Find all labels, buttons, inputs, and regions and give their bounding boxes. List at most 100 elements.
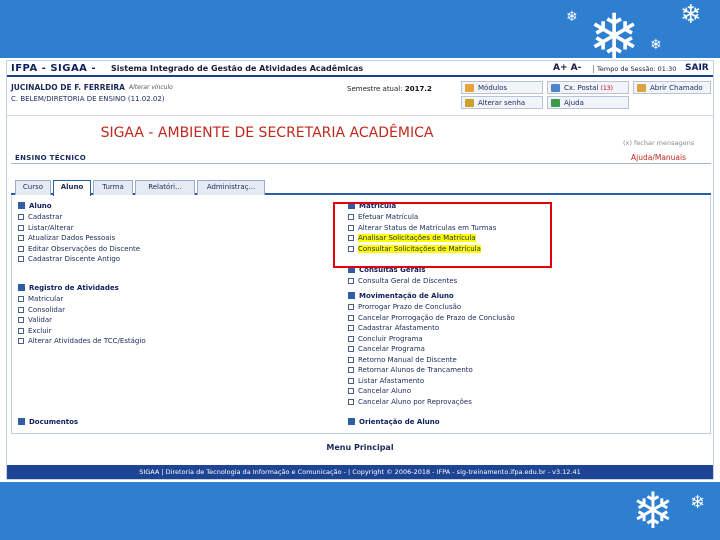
folder-icon	[18, 284, 25, 291]
doc-icon	[18, 317, 24, 323]
mailbox-button[interactable]: Cx. Postal (13)	[547, 81, 629, 94]
menu-item-cancelar-reprovacoes[interactable]: Cancelar Aluno por Reprovações	[348, 398, 515, 409]
user-info-bar: JUCINALDO DE F. FERREIRA Alterar vínculo…	[7, 79, 713, 115]
menu-item-atualizar-dados[interactable]: Atualizar Dados Pessoais	[18, 234, 140, 245]
group-consultas-gerais: Consultas Gerais Consulta Geral de Disce…	[348, 266, 457, 288]
menu-item-label: Cadastrar	[28, 213, 63, 221]
menu-item-cancelar-programa[interactable]: Cancelar Programa	[348, 345, 515, 356]
help-icon	[551, 99, 560, 107]
folder-icon	[348, 418, 355, 425]
system-name: Sistema Integrado de Gestão de Atividade…	[111, 64, 364, 73]
change-link-link[interactable]: Alterar vínculo	[129, 84, 173, 91]
menu-item-cadastrar-afastamento[interactable]: Cadastrar Afastamento	[348, 324, 515, 335]
divider	[7, 115, 713, 116]
doc-icon	[18, 214, 24, 220]
group-title: Registro de Atividades	[18, 284, 146, 295]
group-movimentacao: Movimentação de Aluno Prorrogar Prazo de…	[348, 292, 515, 408]
ticket-icon	[637, 84, 646, 92]
menu-item-retornar-trancamento[interactable]: Retornar Alunos de Trancamento	[348, 366, 515, 377]
change-password-button[interactable]: Alterar senha	[461, 96, 543, 109]
menu-item-validar[interactable]: Validar	[18, 316, 146, 327]
tab-relatorios[interactable]: Relatóri...	[135, 180, 195, 195]
hide-messages-link[interactable]: (x) fechar mensagens	[623, 139, 694, 147]
snowflake-icon: ❄	[632, 482, 674, 540]
menu-item-label: Atualizar Dados Pessoais	[28, 234, 116, 242]
level-bar: ENSINO TÉCNICO Ajuda/Manuais	[11, 152, 711, 164]
menu-item-matricular[interactable]: Matricular	[18, 295, 146, 306]
group-title-text: Registro de Atividades	[29, 284, 119, 292]
semester-label: Semestre atual:	[347, 85, 403, 93]
menu-item-label: Concluir Programa	[358, 334, 423, 343]
doc-icon	[18, 296, 24, 302]
menu-item-label: Retornar Alunos de Trancamento	[358, 366, 473, 374]
tab-turma[interactable]: Turma	[93, 180, 133, 195]
doc-icon	[18, 235, 24, 241]
doc-icon	[348, 388, 354, 394]
menu-item-cancelar-aluno[interactable]: Cancelar Aluno	[348, 387, 515, 398]
menu-item-label: Cadastrar Afastamento	[358, 324, 440, 332]
menu-item-listar-alterar[interactable]: Listar/Alterar	[18, 224, 140, 235]
doc-icon	[348, 314, 354, 321]
modules-label: Módulos	[478, 84, 508, 92]
menu-item-label: Cancelar Prorrogação de Prazo de Conclus…	[358, 313, 515, 322]
mailbox-icon	[551, 84, 560, 92]
menu-item-consulta-geral[interactable]: Consulta Geral de Discentes	[348, 277, 457, 288]
open-ticket-button[interactable]: Abrir Chamado	[633, 81, 711, 94]
menu-item-label: Prorrogar Prazo de Conclusão	[358, 303, 462, 311]
snowflake-icon: ❄	[650, 37, 662, 53]
doc-icon	[18, 306, 24, 313]
group-title-text: Orientação de Aluno	[359, 418, 440, 426]
menu-item-prorrogar-prazo[interactable]: Prorrogar Prazo de Conclusão	[348, 303, 515, 314]
doc-icon	[348, 398, 354, 405]
logout-link[interactable]: SAIR	[685, 63, 709, 73]
menu-item-label: Listar Afastamento	[358, 376, 425, 385]
menu-item-excluir[interactable]: Excluir	[18, 327, 146, 338]
menu-item-listar-afastamento[interactable]: Listar Afastamento	[348, 377, 515, 388]
doc-icon	[348, 367, 354, 373]
menu-item-alterar-tcc[interactable]: Alterar Atividades de TCC/Estágio	[18, 337, 146, 348]
doc-icon	[348, 278, 354, 284]
doc-icon	[348, 304, 354, 310]
menu-item-cadastrar-antigo[interactable]: Cadastrar Discente Antigo	[18, 255, 140, 266]
module-tabs: Curso Aluno Turma Relatóri... Administra…	[11, 179, 711, 196]
group-title: Documentos	[18, 418, 78, 429]
system-bar: IFPA - SIGAA - Sistema Integrado de Gest…	[7, 61, 713, 77]
tab-aluno[interactable]: Aluno	[53, 180, 91, 196]
font-size-controls[interactable]: A+ A-	[553, 63, 581, 73]
help-button[interactable]: Ajuda	[547, 96, 629, 109]
folder-icon	[18, 202, 25, 209]
group-title-text: Aluno	[29, 202, 52, 210]
open-ticket-label: Abrir Chamado	[650, 84, 703, 92]
snowflake-icon: ❄	[566, 9, 578, 25]
menu-item-label: Cancelar Aluno	[358, 387, 411, 395]
doc-icon	[348, 325, 354, 331]
help-manuals-link[interactable]: Ajuda/Manuais	[631, 153, 686, 162]
menu-item-label: Cancelar Aluno por Reprovações	[358, 397, 472, 406]
group-title-text: Documentos	[29, 418, 79, 426]
modules-button[interactable]: Módulos	[461, 81, 543, 94]
menu-item-editar-observacoes[interactable]: Editar Observações do Discente	[18, 245, 140, 256]
menu-item-label: Consulta Geral de Discentes	[358, 277, 458, 285]
session-timer: Tempo de Sessão: 01:30	[593, 65, 676, 73]
group-aluno: Aluno Cadastrar Listar/Alterar Atualizar…	[18, 202, 140, 266]
menu-item-cadastrar[interactable]: Cadastrar	[18, 213, 140, 224]
group-title: Aluno	[18, 202, 140, 213]
tab-curso[interactable]: Curso	[15, 180, 51, 195]
snowflake-icon: ❄	[680, 0, 702, 30]
menu-item-cancelar-prorrogacao[interactable]: Cancelar Prorrogação de Prazo de Conclus…	[348, 314, 515, 325]
main-menu-link[interactable]: Menu Principal	[7, 443, 713, 452]
folder-icon	[18, 418, 25, 425]
menu-item-retorno-manual[interactable]: Retorno Manual de Discente	[348, 356, 515, 367]
user-unit: C. BELEM/DIRETORIA DE ENSINO (11.02.02)	[11, 95, 165, 103]
snowflake-icon: ❄	[588, 0, 640, 73]
mailbox-label: Cx. Postal	[564, 84, 599, 92]
menu-item-concluir-programa[interactable]: Concluir Programa	[348, 335, 515, 346]
key-icon	[465, 99, 474, 107]
doc-icon	[18, 338, 24, 344]
snowflake-icon: ❄	[690, 492, 706, 513]
menu-item-label: Cadastrar Discente Antigo	[28, 255, 121, 263]
tab-administracao[interactable]: Administraç...	[197, 180, 265, 195]
menu-item-consolidar[interactable]: Consolidar	[18, 306, 146, 317]
user-name: JUCINALDO DE F. FERREIRA	[11, 83, 125, 92]
menu-item-label: Matricular	[28, 295, 64, 303]
